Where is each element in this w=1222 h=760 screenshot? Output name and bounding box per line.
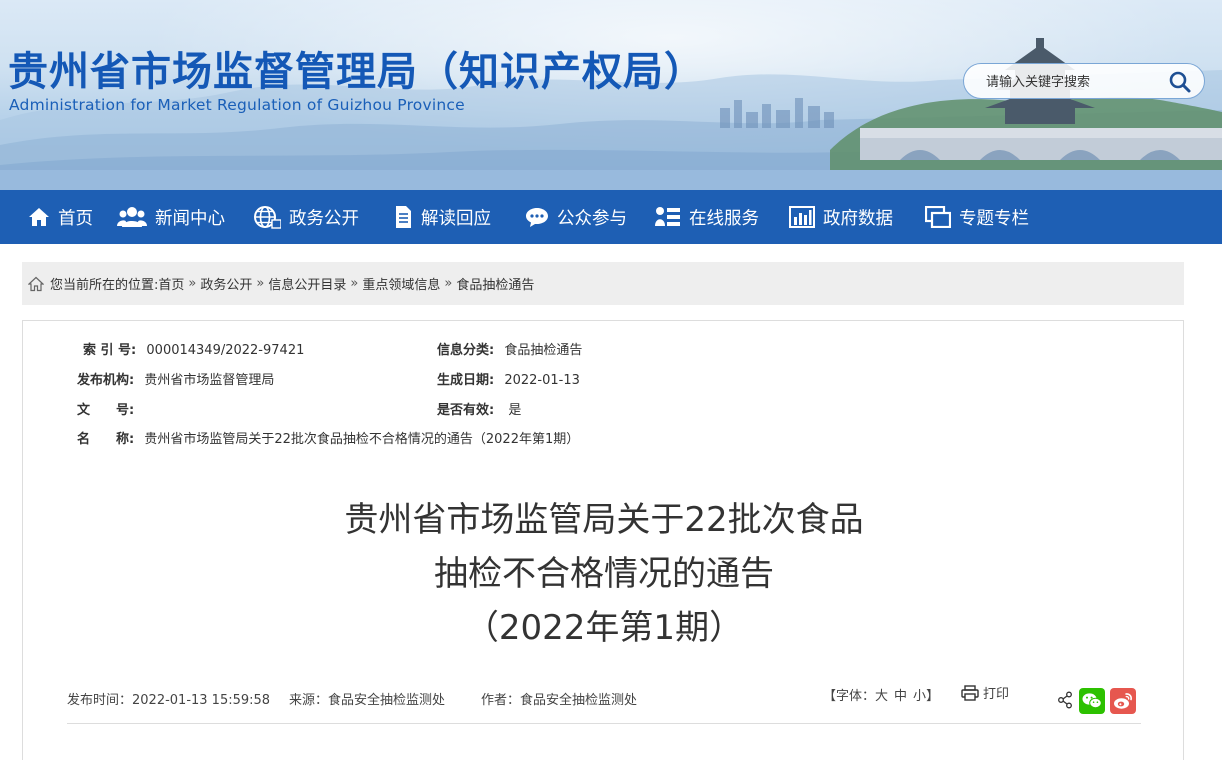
breadcrumb-link-food-inspection[interactable]: 食品抽检通告 bbox=[456, 274, 534, 293]
breadcrumb-separator: » bbox=[188, 276, 197, 291]
nav-item-special-topics[interactable]: 专题专栏 bbox=[925, 190, 1029, 244]
main-nav: 首页 新闻中心 政务公开 解读回应 公众参与 在线服务 政府数据 专题专栏 bbox=[0, 190, 1222, 244]
weibo-share-icon[interactable] bbox=[1110, 688, 1136, 714]
meta-category: 信息分类: 食品抽检通告 bbox=[437, 339, 582, 358]
breadcrumb-link-info-catalog[interactable]: 信息公开目录 bbox=[268, 274, 346, 293]
meta-index-label: 索 引 号: bbox=[83, 343, 137, 358]
search-icon[interactable] bbox=[1168, 70, 1192, 94]
meta-docno-label: 文 号: bbox=[77, 403, 135, 418]
font-size-medium[interactable]: 中 bbox=[894, 685, 907, 704]
meta-date-label: 生成日期: bbox=[437, 373, 495, 388]
meta-publisher: 发布机构: 贵州省市场监督管理局 bbox=[77, 369, 274, 388]
breadcrumb-separator: » bbox=[350, 276, 359, 291]
article-divider bbox=[67, 723, 1141, 724]
nav-item-government-data[interactable]: 政府数据 bbox=[789, 190, 893, 244]
meta-date: 生成日期: 2022-01-13 bbox=[437, 369, 580, 388]
meta-name-value: 贵州省市场监管局关于22批次食品抽检不合格情况的通告（2022年第1期） bbox=[144, 432, 580, 447]
meta-category-value: 食品抽检通告 bbox=[504, 343, 583, 358]
site-title: 贵州省市场监督管理局（知识产权局） bbox=[8, 49, 705, 95]
nav-item-interpretation[interactable]: 解读回应 bbox=[393, 190, 491, 244]
breadcrumb-link-government-affairs[interactable]: 政务公开 bbox=[200, 274, 252, 293]
font-size-suffix: 】 bbox=[926, 689, 940, 704]
meta-index: 索 引 号: 000014349/2022-97421 bbox=[83, 339, 304, 358]
nav-label: 新闻中心 bbox=[155, 208, 225, 229]
breadcrumb-separator: » bbox=[256, 276, 265, 291]
home-icon bbox=[28, 276, 44, 291]
article-source: 来源：食品安全抽检监测处 bbox=[289, 693, 446, 708]
article-title-line-1: 贵州省市场监管局关于22批次食品 bbox=[344, 500, 864, 540]
meta-date-value: 2022-01-13 bbox=[504, 373, 580, 388]
meta-publisher-label: 发布机构: bbox=[77, 373, 135, 388]
nav-item-online-service[interactable]: 在线服务 bbox=[655, 190, 759, 244]
header-banner: 贵州省市场监督管理局（知识产权局） Administration for Mar… bbox=[0, 0, 1222, 190]
share-icon[interactable] bbox=[1057, 691, 1073, 709]
site-subtitle: Administration for Market Regulation of … bbox=[9, 96, 465, 114]
print-button[interactable]: 打印 bbox=[961, 683, 1009, 702]
search-input[interactable] bbox=[984, 71, 1158, 93]
font-size-switcher: 【字体： 大 中 小 】 bbox=[823, 685, 939, 704]
bar-chart-icon bbox=[789, 206, 815, 228]
breadcrumb-prefix: 您当前所在的位置: bbox=[50, 278, 159, 293]
article-title-line-2: 抽检不合格情况的通告 bbox=[434, 554, 774, 594]
people-icon bbox=[117, 207, 147, 227]
meta-index-value: 000014349/2022-97421 bbox=[146, 343, 305, 358]
font-size-prefix: 【字体： bbox=[823, 689, 876, 704]
nav-label: 政府数据 bbox=[823, 208, 893, 229]
meta-validity-label: 是否有效: bbox=[437, 403, 495, 418]
nav-item-news[interactable]: 新闻中心 bbox=[117, 190, 225, 244]
breadcrumb-link-key-areas[interactable]: 重点领域信息 bbox=[362, 274, 440, 293]
article-container: 索 引 号: 000014349/2022-97421 信息分类: 食品抽检通告… bbox=[22, 320, 1184, 760]
nav-label: 解读回应 bbox=[421, 208, 491, 229]
nav-label: 在线服务 bbox=[689, 208, 759, 229]
globe-icon bbox=[254, 206, 281, 229]
breadcrumb: 您当前所在的位置: 首页 » 政务公开 » 信息公开目录 » 重点领域信息 » … bbox=[22, 262, 1184, 305]
wechat-share-icon[interactable] bbox=[1079, 688, 1105, 714]
meta-docno: 文 号: bbox=[77, 399, 140, 418]
home-icon bbox=[29, 208, 49, 226]
meta-name-label: 名 称: bbox=[77, 432, 135, 447]
nav-item-home[interactable]: 首页 bbox=[28, 190, 93, 244]
printer-icon bbox=[961, 684, 979, 701]
font-size-small[interactable]: 小 bbox=[913, 685, 926, 704]
breadcrumb-separator: » bbox=[444, 276, 453, 291]
article-title-line-3: （2022年第1期） bbox=[464, 608, 744, 648]
meta-category-label: 信息分类: bbox=[437, 343, 495, 358]
service-icon bbox=[655, 207, 680, 226]
chat-icon bbox=[526, 208, 548, 227]
meta-validity-value: 是 bbox=[508, 403, 522, 418]
font-size-large[interactable]: 大 bbox=[875, 685, 888, 704]
nav-label: 首页 bbox=[58, 208, 93, 229]
meta-name: 名 称: 贵州省市场监管局关于22批次食品抽检不合格情况的通告（2022年第1期… bbox=[77, 428, 579, 447]
document-icon bbox=[396, 206, 411, 228]
nav-label: 政务公开 bbox=[289, 208, 359, 229]
nav-item-government-affairs[interactable]: 政务公开 bbox=[253, 190, 359, 244]
nav-label: 专题专栏 bbox=[959, 208, 1029, 229]
article-author: 作者：食品安全抽检监测处 bbox=[481, 693, 638, 708]
meta-validity: 是否有效: 是 bbox=[437, 399, 521, 418]
search-box bbox=[963, 63, 1205, 99]
publish-time: 发布时间：2022-01-13 15:59:58 bbox=[67, 693, 271, 708]
article-title: 贵州省市场监管局关于22批次食品 抽检不合格情况的通告 （2022年第1期） bbox=[23, 493, 1185, 655]
print-label: 打印 bbox=[983, 687, 1010, 702]
breadcrumb-link-home[interactable]: 首页 bbox=[158, 274, 184, 293]
nav-item-public-participation[interactable]: 公众参与 bbox=[525, 190, 627, 244]
window-icon bbox=[925, 206, 951, 228]
meta-publisher-value: 贵州省市场监督管理局 bbox=[144, 373, 275, 388]
nav-label: 公众参与 bbox=[557, 208, 627, 229]
